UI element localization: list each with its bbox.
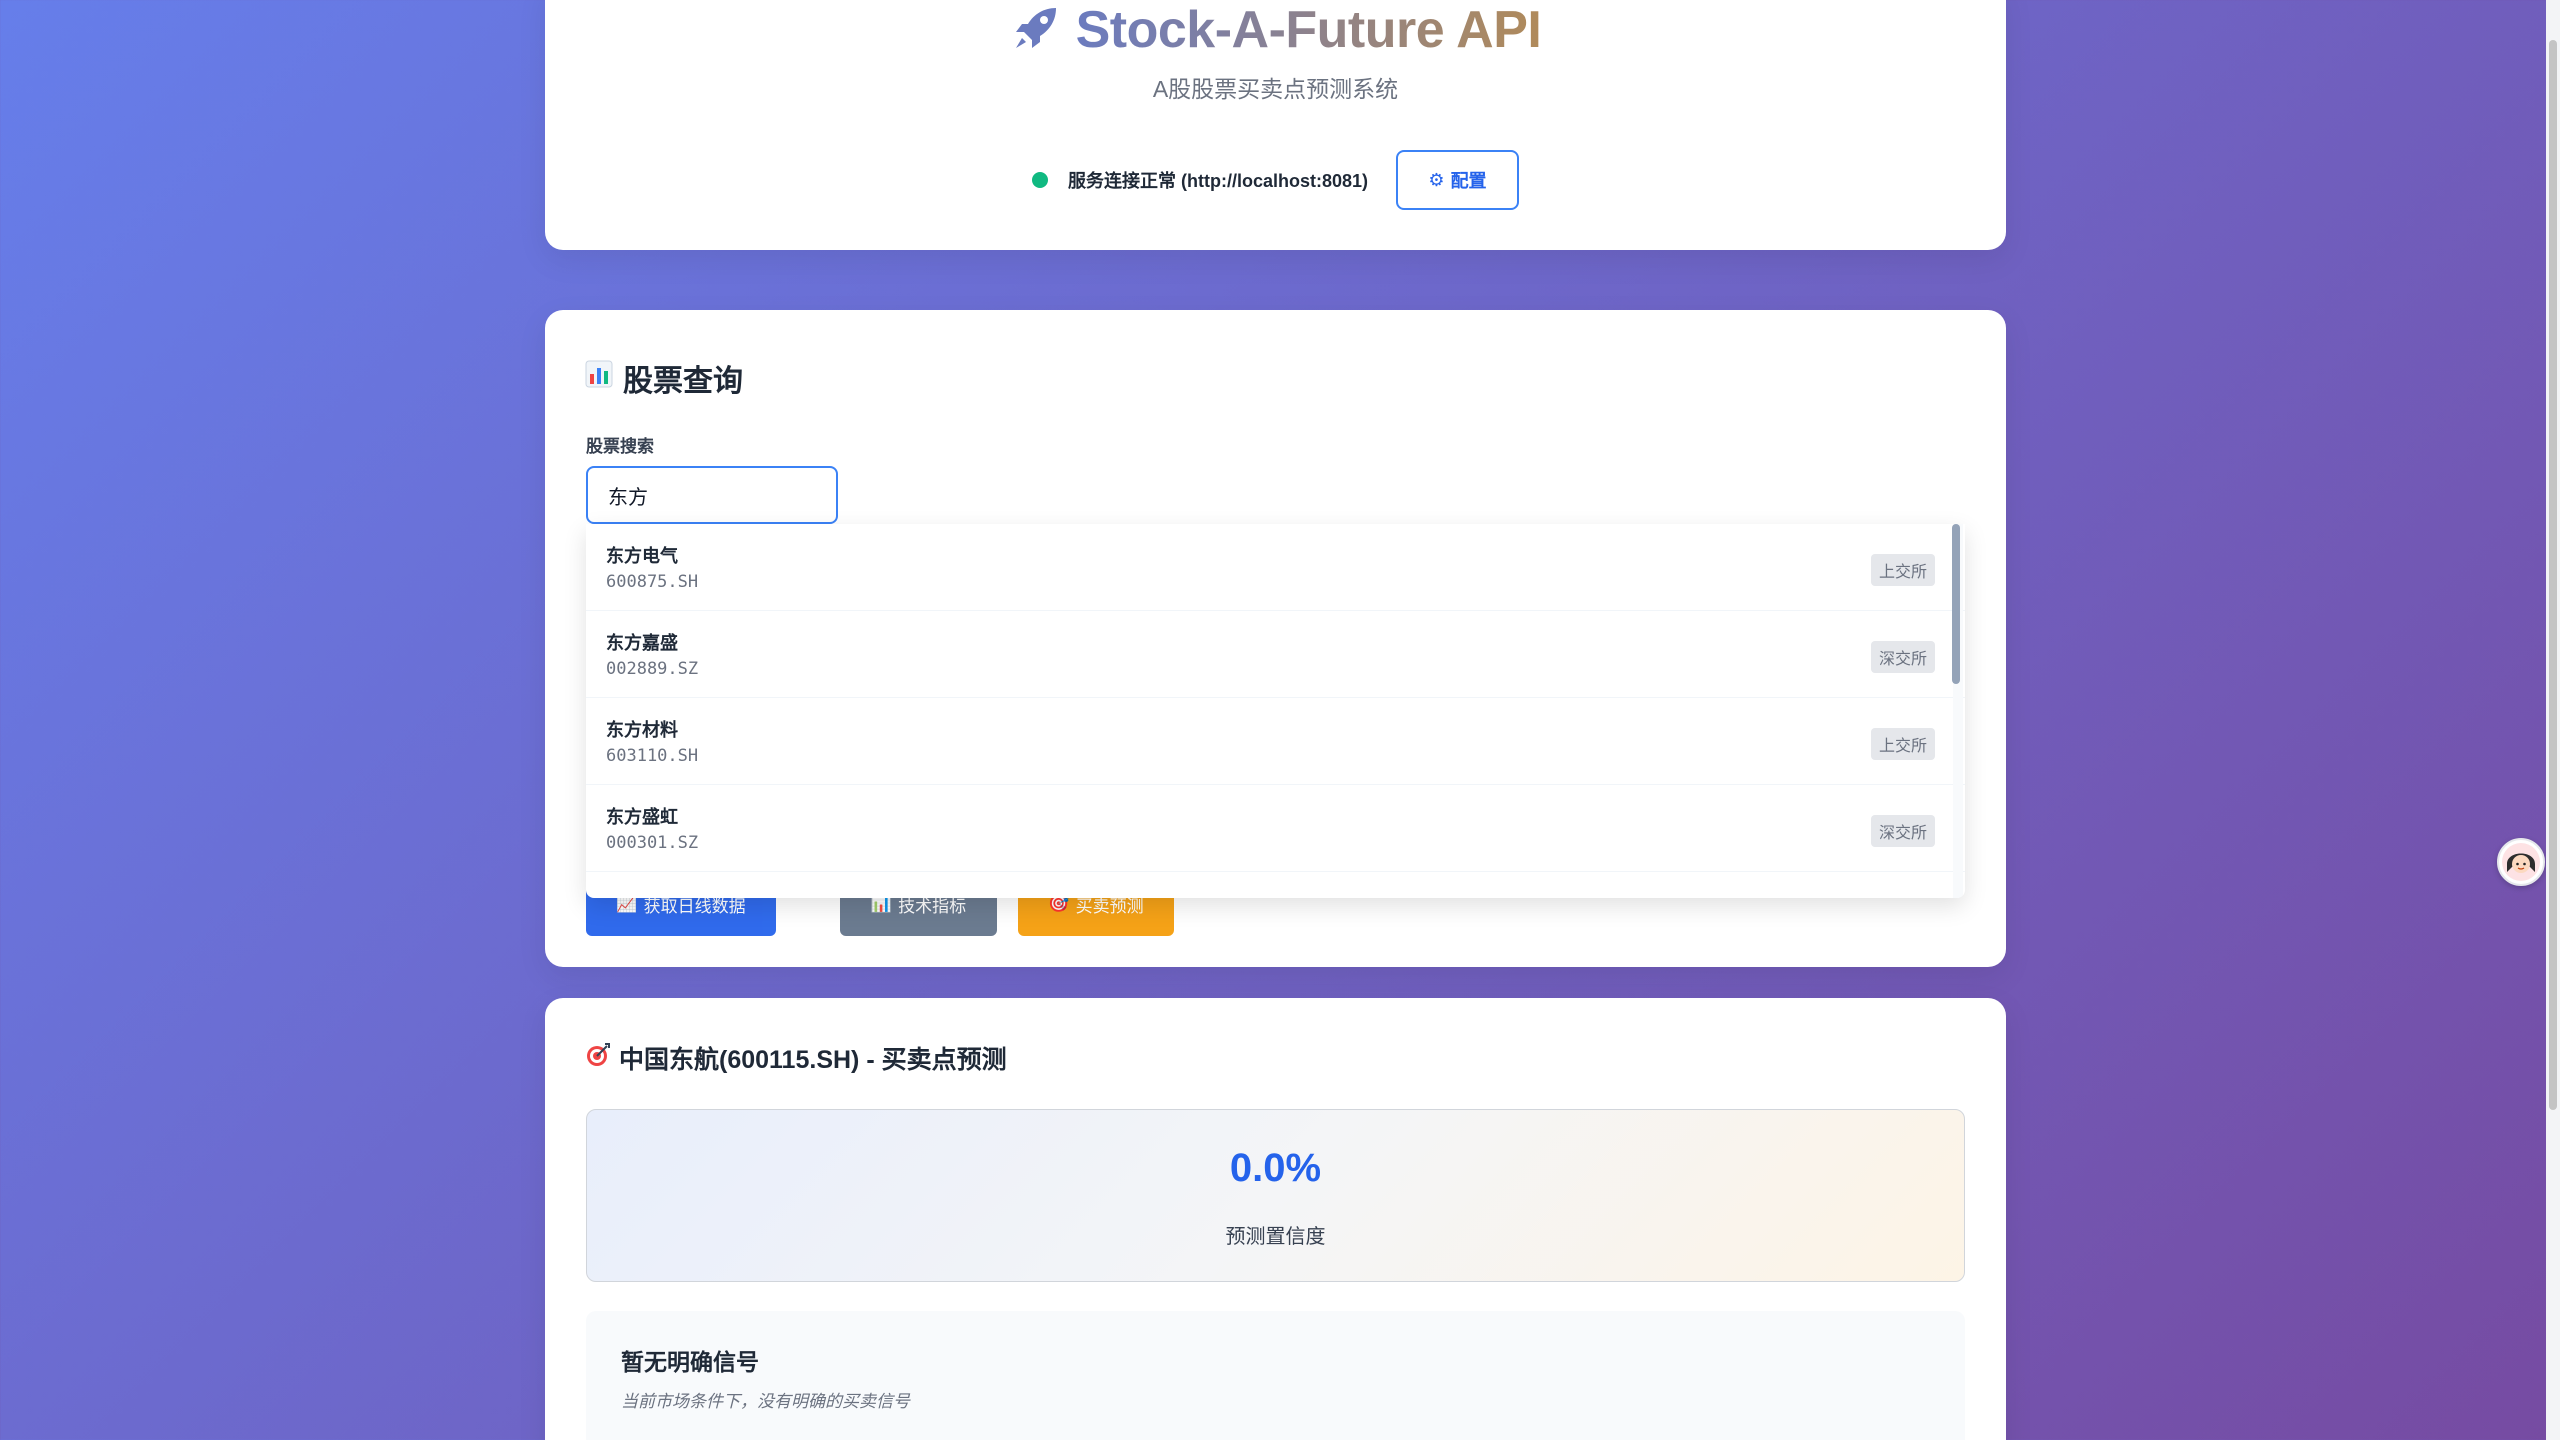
- app-subtitle: A股股票买卖点预测系统: [1152, 76, 1399, 102]
- list-item-partial[interactable]: [586, 872, 1965, 898]
- dropdown-scroll-thumb[interactable]: [1952, 524, 1960, 684]
- target-icon: [585, 1042, 611, 1075]
- prediction-title: 中国东航(600115.SH) - 买卖点预测: [585, 1040, 1007, 1076]
- stock-code: 603110.SH: [606, 746, 699, 766]
- assistant-avatar[interactable]: [2497, 838, 2545, 886]
- list-item[interactable]: 东方嘉盛 002889.SZ 深交所: [586, 611, 1965, 698]
- page-scroll-thumb[interactable]: [2549, 40, 2557, 1110]
- page-scrollbar[interactable]: [2546, 0, 2560, 1440]
- stock-name: 东方电气: [606, 546, 678, 566]
- list-item[interactable]: 东方盛虹 000301.SZ 深交所: [586, 785, 1965, 872]
- stock-code: 000301.SZ: [606, 833, 699, 853]
- app-title: Stock-A-Future API: [1075, 1, 1542, 59]
- header-card: Stock-A-Future API A股股票买卖点预测系统 服务连接正常 (h…: [545, 0, 2006, 250]
- avatar-icon: [2502, 843, 2540, 881]
- gear-icon: ⚙: [1428, 169, 1445, 190]
- exchange-badge: 上交所: [1870, 728, 1935, 760]
- signal-description: 当前市场条件下，没有明确的买卖信号: [621, 1392, 910, 1411]
- status-dot-icon: [1031, 172, 1048, 188]
- search-results-dropdown[interactable]: 东方电气 600875.SH 上交所 东方嘉盛 002889.SZ 深交所 东方…: [586, 524, 1965, 898]
- section-title-text: 股票查询: [623, 365, 743, 398]
- signal-title: 暂无明确信号: [621, 1349, 759, 1375]
- prediction-title-text: 中国东航(600115.SH) - 买卖点预测: [619, 1046, 1007, 1074]
- status-row: 服务连接正常 (http://localhost:8081) ⚙ 配置: [545, 150, 2006, 210]
- stock-code: 600875.SH: [606, 572, 699, 592]
- prediction-card: 中国东航(600115.SH) - 买卖点预测 0.0% 预测置信度 暂无明确信…: [545, 998, 2006, 1440]
- exchange-badge: 深交所: [1870, 815, 1935, 847]
- stock-query-card: 股票查询 股票搜索 📈 获取日线数据 📊 技术指标 🎯 买卖预测 东方电气 60…: [545, 310, 2006, 967]
- confidence-label: 预测置信度: [1225, 1226, 1326, 1248]
- config-button[interactable]: ⚙ 配置: [1396, 150, 1519, 210]
- stock-name: 东方嘉盛: [606, 633, 678, 653]
- stock-code: 002889.SZ: [606, 659, 699, 679]
- stock-search-input[interactable]: [586, 466, 838, 524]
- stock-name: 东方盛虹: [606, 807, 678, 827]
- title-row: Stock-A-Future API: [545, 0, 2006, 60]
- config-button-label: 配置: [1450, 171, 1487, 191]
- stock-name: 东方材料: [606, 720, 678, 740]
- dropdown-scrollbar[interactable]: [1952, 524, 1963, 898]
- signal-box: 暂无明确信号 当前市场条件下，没有明确的买卖信号: [586, 1311, 1965, 1440]
- section-title: 股票查询: [585, 356, 743, 400]
- list-item[interactable]: 东方电气 600875.SH 上交所: [586, 524, 1965, 611]
- exchange-badge: 深交所: [1870, 641, 1935, 673]
- list-item[interactable]: 东方材料 603110.SH 上交所: [586, 698, 1965, 785]
- search-label: 股票搜索: [586, 437, 654, 456]
- confidence-value: 0.0%: [1229, 1146, 1322, 1190]
- rocket-icon: [1010, 2, 1062, 59]
- bar-chart-icon: [585, 360, 613, 396]
- confidence-box: 0.0% 预测置信度: [586, 1109, 1965, 1282]
- status-text: 服务连接正常 (http://localhost:8081): [1067, 171, 1368, 191]
- exchange-badge: 上交所: [1870, 554, 1935, 586]
